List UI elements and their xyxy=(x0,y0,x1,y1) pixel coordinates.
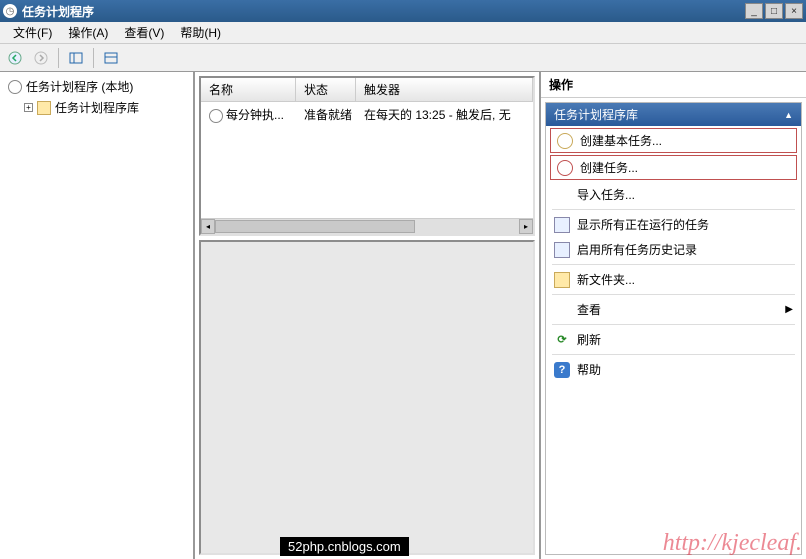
center-pane: 名称 状态 触发器 每分钟执... 准备就绪 在每天的 13:25 - 触发后,… xyxy=(195,72,541,559)
detail-pane xyxy=(199,240,535,555)
tree-library-label: 任务计划程序库 xyxy=(55,99,139,116)
blank-icon xyxy=(554,187,570,203)
row-status: 准备就绪 xyxy=(296,104,356,125)
tree-library[interactable]: + 任务计划程序库 xyxy=(4,97,189,118)
toolbar-panes-button[interactable] xyxy=(65,47,87,69)
app-clock-icon: ◷ xyxy=(3,4,17,18)
action-label: 刷新 xyxy=(577,331,601,348)
actions-pane: 操作 任务计划程序库 ▲ 创建基本任务... 创建任务... 导入任务... 显 xyxy=(541,72,806,559)
actions-section-header[interactable]: 任务计划程序库 ▲ xyxy=(546,103,801,126)
minimize-button[interactable]: _ xyxy=(745,3,763,19)
list-header: 名称 状态 触发器 xyxy=(201,78,533,102)
help-icon: ? xyxy=(554,362,570,378)
tree-root-label: 任务计划程序 (本地) xyxy=(26,78,133,95)
action-help[interactable]: ? 帮助 xyxy=(546,357,801,382)
action-create-basic-task[interactable]: 创建基本任务... xyxy=(550,128,797,153)
tree-pane: 任务计划程序 (本地) + 任务计划程序库 xyxy=(0,72,195,559)
back-button[interactable] xyxy=(4,47,26,69)
watermark-text: 52php.cnblogs.com xyxy=(280,537,409,556)
actions-body: 任务计划程序库 ▲ 创建基本任务... 创建任务... 导入任务... 显示所有… xyxy=(545,102,802,555)
action-label: 显示所有正在运行的任务 xyxy=(577,216,709,233)
history-icon xyxy=(554,242,570,258)
running-tasks-icon xyxy=(554,217,570,233)
forward-button[interactable] xyxy=(30,47,52,69)
divider xyxy=(552,354,795,355)
actions-section-label: 任务计划程序库 xyxy=(554,106,638,123)
clock-icon xyxy=(557,133,573,149)
scroll-left-icon[interactable]: ◂ xyxy=(201,219,215,234)
task-list: 名称 状态 触发器 每分钟执... 准备就绪 在每天的 13:25 - 触发后,… xyxy=(199,76,535,236)
list-body: 每分钟执... 准备就绪 在每天的 13:25 - 触发后, 无 xyxy=(201,102,533,218)
table-row[interactable]: 每分钟执... 准备就绪 在每天的 13:25 - 触发后, 无 xyxy=(201,102,533,127)
menu-help[interactable]: 帮助(H) xyxy=(172,22,229,43)
action-show-running[interactable]: 显示所有正在运行的任务 xyxy=(546,212,801,237)
menu-action[interactable]: 操作(A) xyxy=(60,22,116,43)
collapse-icon: ▲ xyxy=(784,110,793,120)
action-create-task[interactable]: 创建任务... xyxy=(550,155,797,180)
toolbar-separator xyxy=(93,48,94,68)
refresh-icon: ⟳ xyxy=(554,332,570,348)
actions-title: 操作 xyxy=(541,72,806,98)
action-label: 启用所有任务历史记录 xyxy=(577,241,697,258)
action-label: 查看 xyxy=(577,301,601,318)
clock-icon xyxy=(209,109,223,123)
col-status[interactable]: 状态 xyxy=(296,78,356,101)
row-trigger: 在每天的 13:25 - 触发后, 无 xyxy=(356,104,533,125)
action-new-folder[interactable]: 新文件夹... xyxy=(546,267,801,292)
folder-icon xyxy=(37,101,51,115)
window-title: 任务计划程序 xyxy=(22,3,743,20)
action-label: 导入任务... xyxy=(577,186,635,203)
scroll-right-icon[interactable]: ▸ xyxy=(519,219,533,234)
action-view[interactable]: 查看 ▶ xyxy=(546,297,801,322)
menu-file[interactable]: 文件(F) xyxy=(5,22,60,43)
body: 任务计划程序 (本地) + 任务计划程序库 名称 状态 触发器 每分钟执... … xyxy=(0,72,806,559)
divider xyxy=(552,294,795,295)
chevron-right-icon: ▶ xyxy=(785,304,793,315)
col-trigger[interactable]: 触发器 xyxy=(356,78,533,101)
divider xyxy=(552,324,795,325)
action-enable-history[interactable]: 启用所有任务历史记录 xyxy=(546,237,801,262)
clock-icon xyxy=(8,80,22,94)
action-import-task[interactable]: 导入任务... xyxy=(546,182,801,207)
scroll-thumb[interactable] xyxy=(215,220,415,233)
menubar: 文件(F) 操作(A) 查看(V) 帮助(H) xyxy=(0,22,806,44)
clock-icon xyxy=(557,160,573,176)
action-refresh[interactable]: ⟳ 刷新 xyxy=(546,327,801,352)
titlebar: ◷ 任务计划程序 _ □ × xyxy=(0,0,806,22)
toolbar xyxy=(0,44,806,72)
action-label: 新文件夹... xyxy=(577,271,635,288)
horizontal-scrollbar[interactable]: ◂ ▸ xyxy=(201,218,533,234)
menu-view[interactable]: 查看(V) xyxy=(116,22,172,43)
folder-icon xyxy=(554,272,570,288)
toolbar-separator xyxy=(58,48,59,68)
window-buttons: _ □ × xyxy=(743,3,803,19)
toolbar-details-button[interactable] xyxy=(100,47,122,69)
divider xyxy=(552,264,795,265)
expand-icon[interactable]: + xyxy=(24,103,33,112)
maximize-button[interactable]: □ xyxy=(765,3,783,19)
close-button[interactable]: × xyxy=(785,3,803,19)
action-label: 创建任务... xyxy=(580,159,638,176)
blank-icon xyxy=(554,302,570,318)
row-name: 每分钟执... xyxy=(226,108,284,122)
tree-root[interactable]: 任务计划程序 (本地) xyxy=(4,76,189,97)
col-name[interactable]: 名称 xyxy=(201,78,296,101)
action-label: 创建基本任务... xyxy=(580,132,662,149)
action-label: 帮助 xyxy=(577,361,601,378)
divider xyxy=(552,209,795,210)
